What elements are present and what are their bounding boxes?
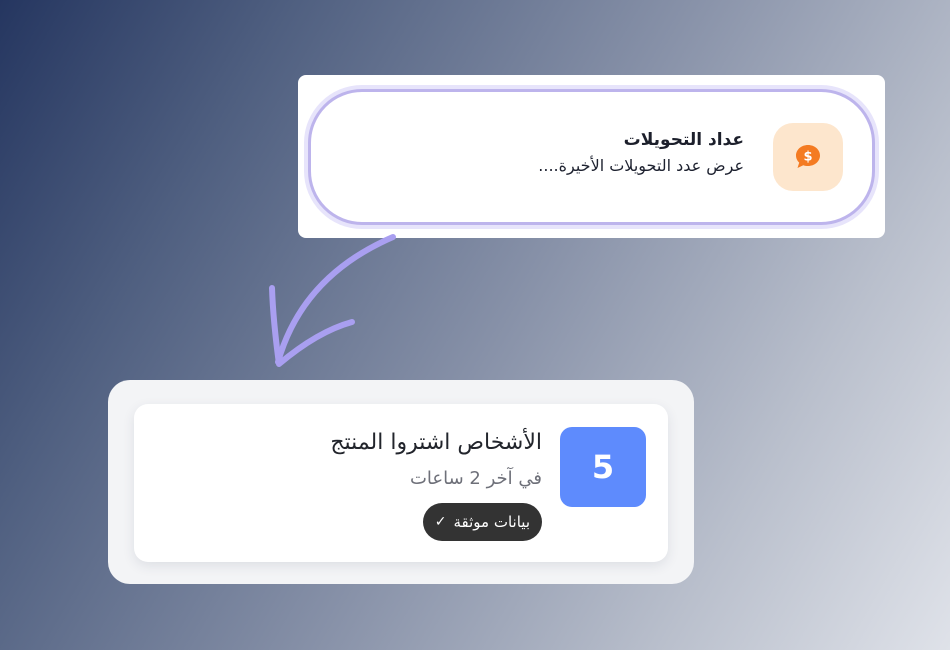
notification-subtitle: في آخر 2 ساعات bbox=[409, 468, 542, 489]
widget-option-card[interactable]: $ عداد التحويلات عرض عدد التحويلات الأخي… bbox=[298, 75, 885, 238]
verified-badge-label: بيانات موثقة bbox=[453, 513, 531, 531]
check-icon: ✓ bbox=[434, 514, 447, 530]
svg-text:$: $ bbox=[803, 150, 812, 165]
widget-option-title: عداد التحويلات bbox=[623, 130, 744, 150]
conversion-notification: 5 الأشخاص اشتروا المنتج في آخر 2 ساعات ب… bbox=[134, 404, 668, 562]
widget-option-description: عرض عدد التحويلات الأخيرة.... bbox=[538, 156, 744, 175]
notification-title: الأشخاص اشتروا المنتج bbox=[330, 430, 542, 455]
widget-icon-tile: $ bbox=[773, 123, 843, 191]
preview-card: 5 الأشخاص اشتروا المنتج في آخر 2 ساعات ب… bbox=[108, 380, 694, 584]
dollar-chat-icon: $ bbox=[796, 145, 820, 168]
widget-option-selected-outline: $ عداد التحويلات عرض عدد التحويلات الأخي… bbox=[308, 89, 875, 225]
conversion-count-badge: 5 bbox=[560, 427, 646, 507]
verified-data-badge: بيانات موثقة ✓ bbox=[422, 503, 542, 541]
